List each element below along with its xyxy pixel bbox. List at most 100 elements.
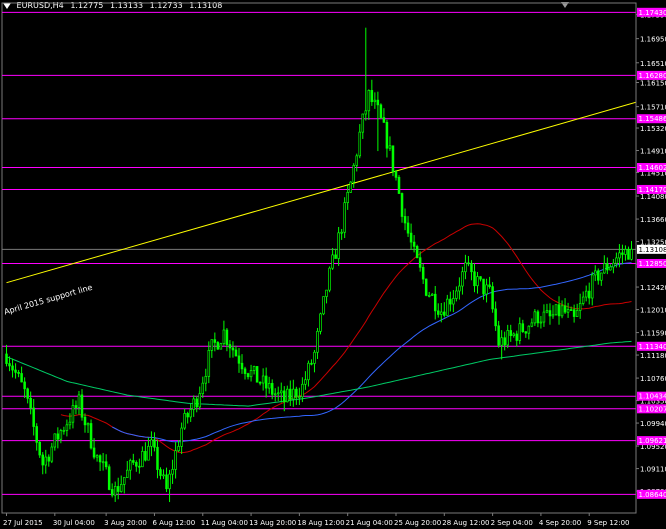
candle-body bbox=[494, 308, 497, 327]
plot-frame bbox=[1, 2, 637, 514]
candle-body bbox=[545, 310, 549, 313]
candle-body bbox=[77, 394, 81, 408]
x-tick-label: 2 Sep 04:00 bbox=[491, 519, 533, 527]
candle-body bbox=[225, 329, 229, 345]
candle-body bbox=[301, 383, 304, 398]
candle-body bbox=[597, 270, 600, 281]
candle-body bbox=[509, 330, 512, 336]
candle-body bbox=[584, 290, 588, 298]
candle-body bbox=[141, 450, 144, 468]
candle-body bbox=[71, 405, 75, 423]
candle-body bbox=[44, 456, 48, 466]
candle-body bbox=[603, 263, 606, 274]
x-tick-label: 25 Aug 20:00 bbox=[394, 519, 441, 527]
candle-body bbox=[95, 455, 99, 458]
candle-body bbox=[38, 441, 41, 456]
candle-body bbox=[331, 254, 334, 269]
candle-body bbox=[563, 305, 567, 313]
candle-body bbox=[243, 368, 247, 374]
price-level-label: 1.09621 bbox=[639, 437, 666, 445]
candle-body bbox=[624, 249, 627, 255]
candle-body bbox=[337, 232, 340, 259]
candle-body bbox=[171, 469, 174, 475]
candle-body bbox=[165, 474, 168, 490]
candle-body bbox=[539, 321, 543, 324]
candle-body bbox=[222, 329, 226, 345]
candle-body bbox=[385, 121, 389, 149]
candle-body bbox=[195, 398, 198, 408]
candle-body bbox=[542, 311, 546, 323]
candle-body bbox=[20, 373, 23, 383]
candle-body bbox=[59, 430, 63, 440]
y-tick-label: 1.16150 bbox=[640, 80, 666, 88]
candle-body bbox=[461, 271, 464, 287]
price-level-label: 1.14170 bbox=[639, 186, 666, 194]
candle-body bbox=[213, 339, 217, 343]
candle-body bbox=[479, 276, 482, 280]
x-tick-label: 28 Aug 12:00 bbox=[442, 519, 489, 527]
candle-body bbox=[403, 216, 407, 224]
candle-body bbox=[113, 486, 117, 496]
price-level-label: 1.14602 bbox=[639, 164, 666, 172]
candle-body bbox=[32, 407, 35, 427]
candle-body bbox=[138, 465, 141, 468]
candle-body bbox=[470, 263, 473, 273]
candle-body bbox=[261, 375, 265, 384]
candle-body bbox=[488, 284, 491, 287]
candle-body bbox=[530, 322, 534, 327]
candle-body bbox=[397, 176, 401, 194]
candle-body bbox=[210, 339, 214, 351]
candle-body bbox=[587, 290, 591, 299]
candle-body bbox=[201, 382, 205, 395]
price-level-label: 1.08640 bbox=[639, 491, 666, 499]
candle-body bbox=[26, 388, 29, 399]
candle-body bbox=[421, 267, 425, 280]
candle-body bbox=[80, 394, 84, 418]
candle-body bbox=[101, 461, 105, 464]
price-levels bbox=[2, 11, 636, 495]
candle-body bbox=[340, 231, 343, 234]
candle-body bbox=[443, 311, 446, 316]
candle-body bbox=[322, 296, 325, 315]
candle-body bbox=[228, 344, 232, 349]
candle-body bbox=[361, 113, 365, 133]
candle-body bbox=[376, 99, 380, 106]
y-tick-label: 1.12420 bbox=[640, 284, 666, 292]
candle-body bbox=[11, 365, 14, 371]
candle-body bbox=[346, 192, 349, 204]
candle-body bbox=[159, 469, 162, 476]
price-chart[interactable]: April 2015 support line 1.173901.169501.… bbox=[0, 0, 666, 529]
candle-body bbox=[310, 362, 313, 365]
candle-body bbox=[17, 371, 20, 374]
candle-body bbox=[289, 388, 292, 400]
candle-body bbox=[630, 248, 633, 260]
x-tick-label: 4 Sep 20:00 bbox=[539, 519, 581, 527]
candle-body bbox=[273, 393, 277, 396]
candle-body bbox=[177, 446, 180, 452]
candle-body bbox=[53, 433, 57, 448]
x-tick-label: 3 Aug 20:00 bbox=[104, 519, 147, 527]
price-level-label: 1.10434 bbox=[639, 393, 666, 401]
candle-body bbox=[379, 104, 383, 118]
x-tick-label: 27 Jul 2015 bbox=[3, 519, 43, 527]
candle-body bbox=[581, 296, 585, 304]
candle-body bbox=[424, 278, 428, 296]
candle-body bbox=[343, 202, 346, 233]
candle-body bbox=[476, 276, 479, 287]
candle-body bbox=[98, 455, 102, 463]
y-tick-label: 1.09110 bbox=[640, 466, 666, 474]
candle-body bbox=[618, 252, 621, 259]
x-tick-label: 30 Jul 04:00 bbox=[53, 519, 95, 527]
candle-body bbox=[153, 439, 156, 448]
x-tick-label: 11 Aug 04:00 bbox=[201, 519, 248, 527]
candle-body bbox=[521, 323, 525, 333]
candle-body bbox=[554, 304, 558, 316]
candle-body bbox=[204, 376, 208, 384]
candle-body bbox=[186, 413, 189, 418]
y-tick-label: 1.16950 bbox=[640, 36, 666, 44]
candle-body bbox=[267, 383, 271, 389]
candle-body bbox=[455, 290, 458, 299]
candle-body bbox=[482, 278, 485, 295]
candle-body bbox=[126, 469, 129, 478]
candle-body bbox=[295, 388, 298, 398]
